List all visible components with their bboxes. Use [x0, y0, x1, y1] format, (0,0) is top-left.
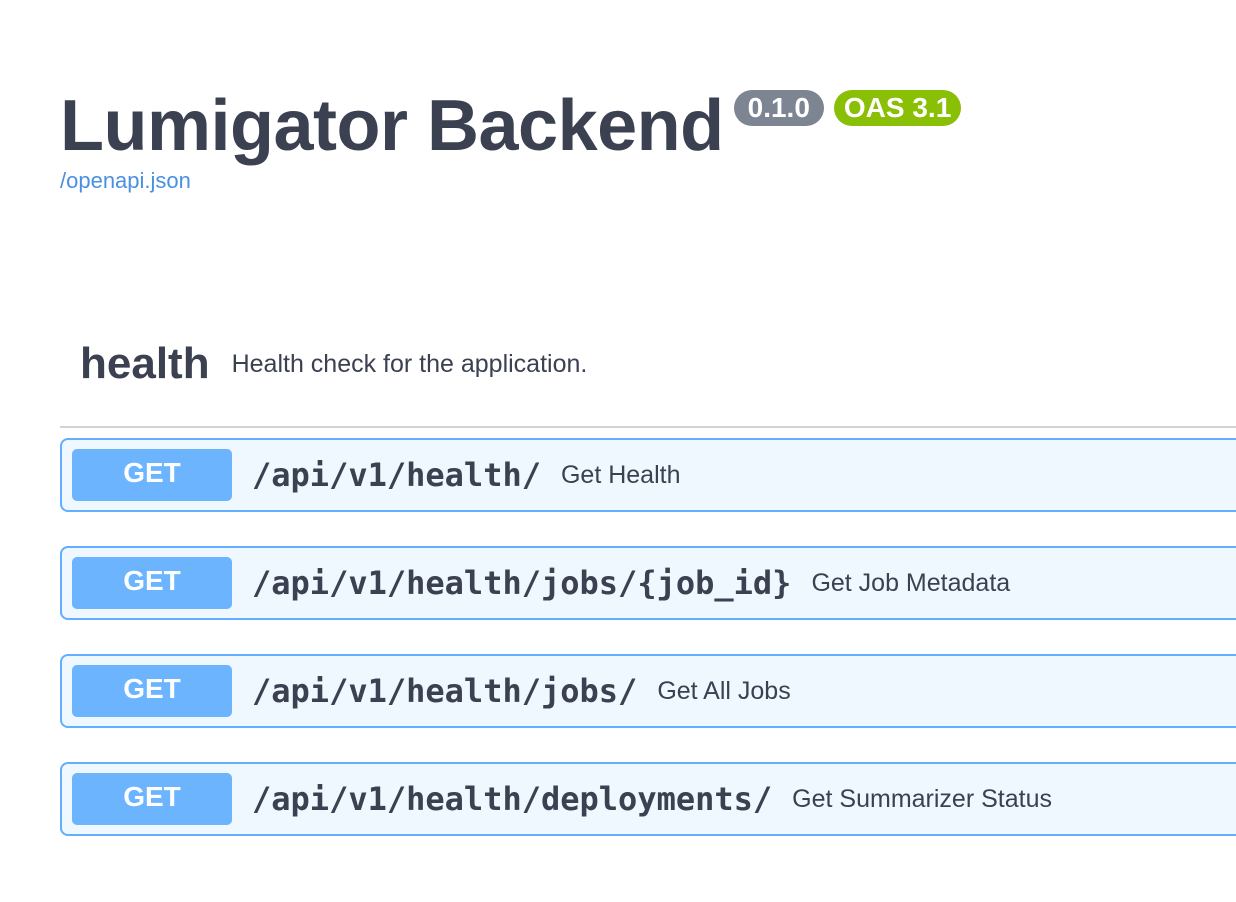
operation-path: /api/v1/health/jobs/ — [252, 672, 638, 710]
method-badge: GET — [72, 773, 232, 825]
badges: 0.1.0 OAS 3.1 — [733, 90, 972, 126]
api-info: Lumigator Backend 0.1.0 OAS 3.1 /openapi… — [60, 86, 971, 194]
operation-summary: Get Health — [560, 460, 681, 489]
opblock-get-summarizer-status[interactable]: GET /api/v1/health/deployments/ Get Summ… — [60, 762, 1236, 836]
operation-path: /api/v1/health/deployments/ — [252, 780, 773, 818]
operation-summary: Get All Jobs — [657, 676, 791, 705]
operations-list: GET /api/v1/health/ Get Health GET /api/… — [60, 438, 1236, 836]
opblock-get-health[interactable]: GET /api/v1/health/ Get Health — [60, 438, 1236, 512]
swagger-ui-page: Lumigator Backend 0.1.0 OAS 3.1 /openapi… — [0, 0, 1236, 902]
method-badge: GET — [72, 665, 232, 717]
tag-header[interactable]: health Health check for the application. — [60, 330, 1236, 428]
version-badge: 0.1.0 — [733, 90, 824, 126]
tag-name: health — [80, 339, 210, 388]
tag-section-health: health Health check for the application.… — [60, 330, 1236, 870]
opblock-get-job-metadata[interactable]: GET /api/v1/health/jobs/{job_id} Get Job… — [60, 546, 1236, 620]
tag-description: Health check for the application. — [231, 349, 588, 378]
openapi-spec-link[interactable]: /openapi.json — [60, 168, 971, 194]
oas-version-badge: OAS 3.1 — [833, 90, 962, 126]
title-row: Lumigator Backend 0.1.0 OAS 3.1 — [60, 86, 971, 166]
operation-summary: Get Job Metadata — [811, 568, 1011, 597]
method-badge: GET — [72, 557, 232, 609]
api-title: Lumigator Backend — [60, 86, 724, 166]
method-badge: GET — [72, 449, 232, 501]
operation-path: /api/v1/health/jobs/{job_id} — [252, 564, 792, 602]
operation-path: /api/v1/health/ — [252, 456, 541, 494]
operation-summary: Get Summarizer Status — [792, 784, 1052, 813]
opblock-get-all-jobs[interactable]: GET /api/v1/health/jobs/ Get All Jobs — [60, 654, 1236, 728]
